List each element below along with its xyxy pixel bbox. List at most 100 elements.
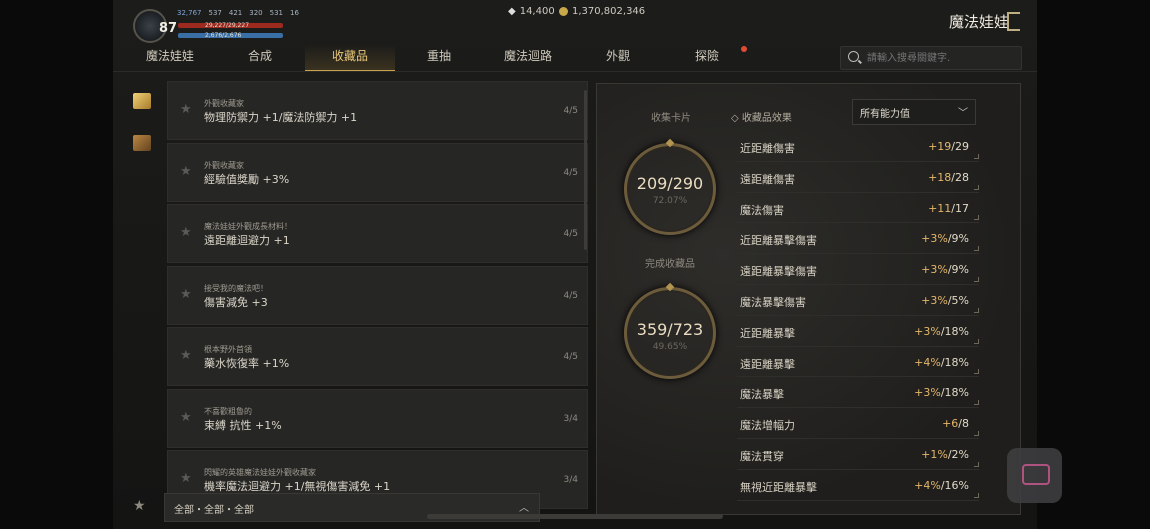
star-icon[interactable]: ★ — [180, 164, 192, 179]
tab-synthesis[interactable]: 合成 — [215, 44, 305, 70]
star-icon[interactable]: ★ — [180, 410, 192, 425]
stat-value: 16 — [290, 9, 299, 17]
collection-list: ★ 外觀收藏家 物理防禦力 +1/魔法防禦力 +1 4/5 ★ 外觀收藏家 經驗… — [167, 81, 588, 512]
effect-row: 遠距離暴擊傷害 +3%/9% — [737, 254, 979, 285]
effect-name: 近距離暴擊 — [740, 326, 795, 340]
star-icon[interactable]: ★ — [180, 102, 192, 117]
screen-cast-button[interactable] — [1007, 448, 1062, 503]
tab-bar: 魔法娃娃 合成 收藏品 重抽 魔法迴路 外觀 探險 — [113, 44, 823, 72]
effect-cap: /18% — [940, 386, 969, 400]
tab-appearance[interactable]: 外觀 — [573, 44, 663, 70]
corner-ornament — [974, 338, 979, 344]
tab-reroll[interactable]: 重抽 — [394, 44, 484, 70]
tab-expedition[interactable]: 探險 — [662, 44, 752, 70]
cards-value: 209/290 — [636, 174, 704, 193]
effect-cap: /8 — [958, 417, 969, 431]
effect-gain: +1% — [921, 447, 948, 461]
effect-gain: +11 — [928, 201, 952, 215]
collection-effect: 物理防禦力 +1/魔法防禦力 +1 — [204, 111, 358, 124]
effect-gain: +3% — [921, 232, 948, 246]
list-item[interactable]: ★ 不喜歡粗魯的 束縛 抗性 +1% 3/4 — [167, 388, 588, 448]
effect-name: 魔法貫穿 — [740, 449, 784, 463]
effect-name: 魔法暴擊 — [740, 388, 784, 402]
effect-gain: +4% — [914, 355, 941, 369]
collection-effect: 遠距離迴避力 +1 — [204, 234, 290, 247]
effect-name: 魔法傷害 — [740, 203, 784, 217]
effect-row: 魔法暴擊傷害 +3%/5% — [737, 285, 979, 316]
effects-list: 近距離傷害 +19/29 遠距離傷害 +18/28 魔法傷害 +11/17 近距離暴擊… — [737, 131, 979, 501]
effect-row: 魔法暴擊 +3%/18% — [737, 377, 979, 409]
effect-row: 無視近距離暴擊 +4%/16% — [737, 470, 979, 501]
list-item[interactable]: ★ 接受我的魔法吧！ 傷害減免 +3 4/5 — [167, 265, 588, 325]
collection-subtitle: 魔法娃娃外觀成長材料！ — [204, 222, 292, 231]
home-indicator[interactable] — [427, 514, 723, 519]
effect-name: 遠距離暴擊傷害 — [740, 265, 817, 279]
effect-value: +3%/9% — [921, 263, 969, 276]
collection-count: 4/5 — [563, 167, 578, 178]
corner-ornament — [974, 400, 979, 406]
search-icon — [848, 51, 859, 62]
gem-amount: 14,400 — [519, 6, 555, 17]
collection-effect: 束縛 抗性 +1% — [204, 418, 282, 432]
stat-strip: 32,767 537 421 320 531 16 — [177, 9, 299, 17]
effect-value: +3%/18% — [914, 386, 969, 399]
list-item[interactable]: ★ 魔法娃娃外觀成長材料！ 遠距離迴避力 +1 4/5 — [167, 204, 588, 263]
exit-icon[interactable] — [1007, 12, 1020, 31]
completed-percent: 49.65% — [652, 342, 688, 352]
star-icon[interactable]: ★ — [180, 348, 192, 363]
collection-subtitle: 不喜歡粗魯的 — [204, 406, 252, 416]
gold-amount: 1,370,802,346 — [572, 6, 646, 17]
search-box[interactable] — [840, 46, 1022, 70]
collection-book-alt-icon[interactable] — [133, 135, 151, 151]
collection-effect: 機率魔法迴避力 +1/無視傷害減免 +1 — [204, 480, 391, 493]
list-item[interactable]: ★ 根本野外首領 藥水恢復率 +1% 4/5 — [167, 327, 588, 386]
favorite-filter-star-icon[interactable]: ★ — [133, 498, 146, 514]
corner-ornament — [974, 246, 979, 252]
tab-magic-doll[interactable]: 魔法娃娃 — [125, 44, 215, 70]
tab-collection[interactable]: 收藏品 — [305, 44, 395, 72]
diamond-icon: ◆ — [508, 6, 516, 17]
effect-cap: /2% — [947, 447, 969, 461]
effect-name: 遠距離傷害 — [740, 172, 795, 186]
effect-gain: +3% — [914, 386, 941, 400]
corner-ornament — [974, 461, 979, 467]
star-icon[interactable]: ★ — [180, 471, 192, 486]
effect-value: +11/17 — [928, 202, 969, 215]
list-item[interactable]: ★ 外觀收藏家 物理防禦力 +1/魔法防禦力 +1 4/5 — [167, 81, 588, 140]
cards-label: 收集卡片 — [651, 113, 691, 124]
cards-percent: 72.07% — [652, 196, 688, 206]
collection-count: 3/4 — [563, 475, 578, 485]
corner-ornament — [974, 153, 979, 159]
effect-row: 近距離暴擊傷害 +3%/9% — [737, 223, 979, 255]
effect-value: +3%/9% — [921, 232, 969, 245]
collection-book-icon[interactable] — [133, 93, 151, 109]
stat-value: 537 — [208, 9, 222, 17]
stat-value: 32,767 — [177, 9, 202, 17]
list-scrollbar[interactable] — [584, 90, 587, 250]
collection-effect: 藥水恢復率 +1% — [204, 357, 290, 370]
stat-value: 320 — [249, 9, 263, 17]
chevron-down-icon: ﹀ — [958, 108, 968, 119]
collection-subtitle: 外觀收藏家 — [204, 160, 244, 170]
page-title: 魔法娃娃 — [949, 13, 1010, 31]
effect-row: 近距離暴擊 +3%/18% — [737, 316, 979, 347]
star-icon[interactable]: ★ — [180, 225, 192, 240]
effects-label: ◇ 收藏品效果 — [731, 113, 792, 124]
effect-value: +3%/5% — [921, 294, 969, 307]
star-icon[interactable]: ★ — [180, 287, 192, 302]
cast-icon — [1022, 464, 1050, 485]
effect-value: +4%/16% — [914, 479, 969, 492]
effect-value: +19/29 — [928, 140, 969, 153]
tab-divider — [113, 71, 1037, 72]
search-input[interactable] — [865, 49, 1019, 67]
effect-row: 近距離傷害 +19/29 — [737, 131, 979, 162]
collection-count: 4/5 — [563, 229, 578, 239]
corner-ornament — [974, 184, 979, 190]
effect-name: 近距離傷害 — [740, 142, 795, 155]
tab-magic-circuit[interactable]: 魔法迴路 — [483, 44, 573, 70]
collection-effect: 傷害減免 +3 — [204, 295, 268, 309]
stat-filter-select[interactable]: 所有能力值 ﹀ — [852, 99, 976, 125]
effect-cap: /5% — [947, 293, 969, 307]
hp-text: 29,227/29,227 — [205, 22, 250, 29]
list-item[interactable]: ★ 外觀收藏家 經驗值獎勵 +3% 4/5 — [167, 142, 588, 202]
